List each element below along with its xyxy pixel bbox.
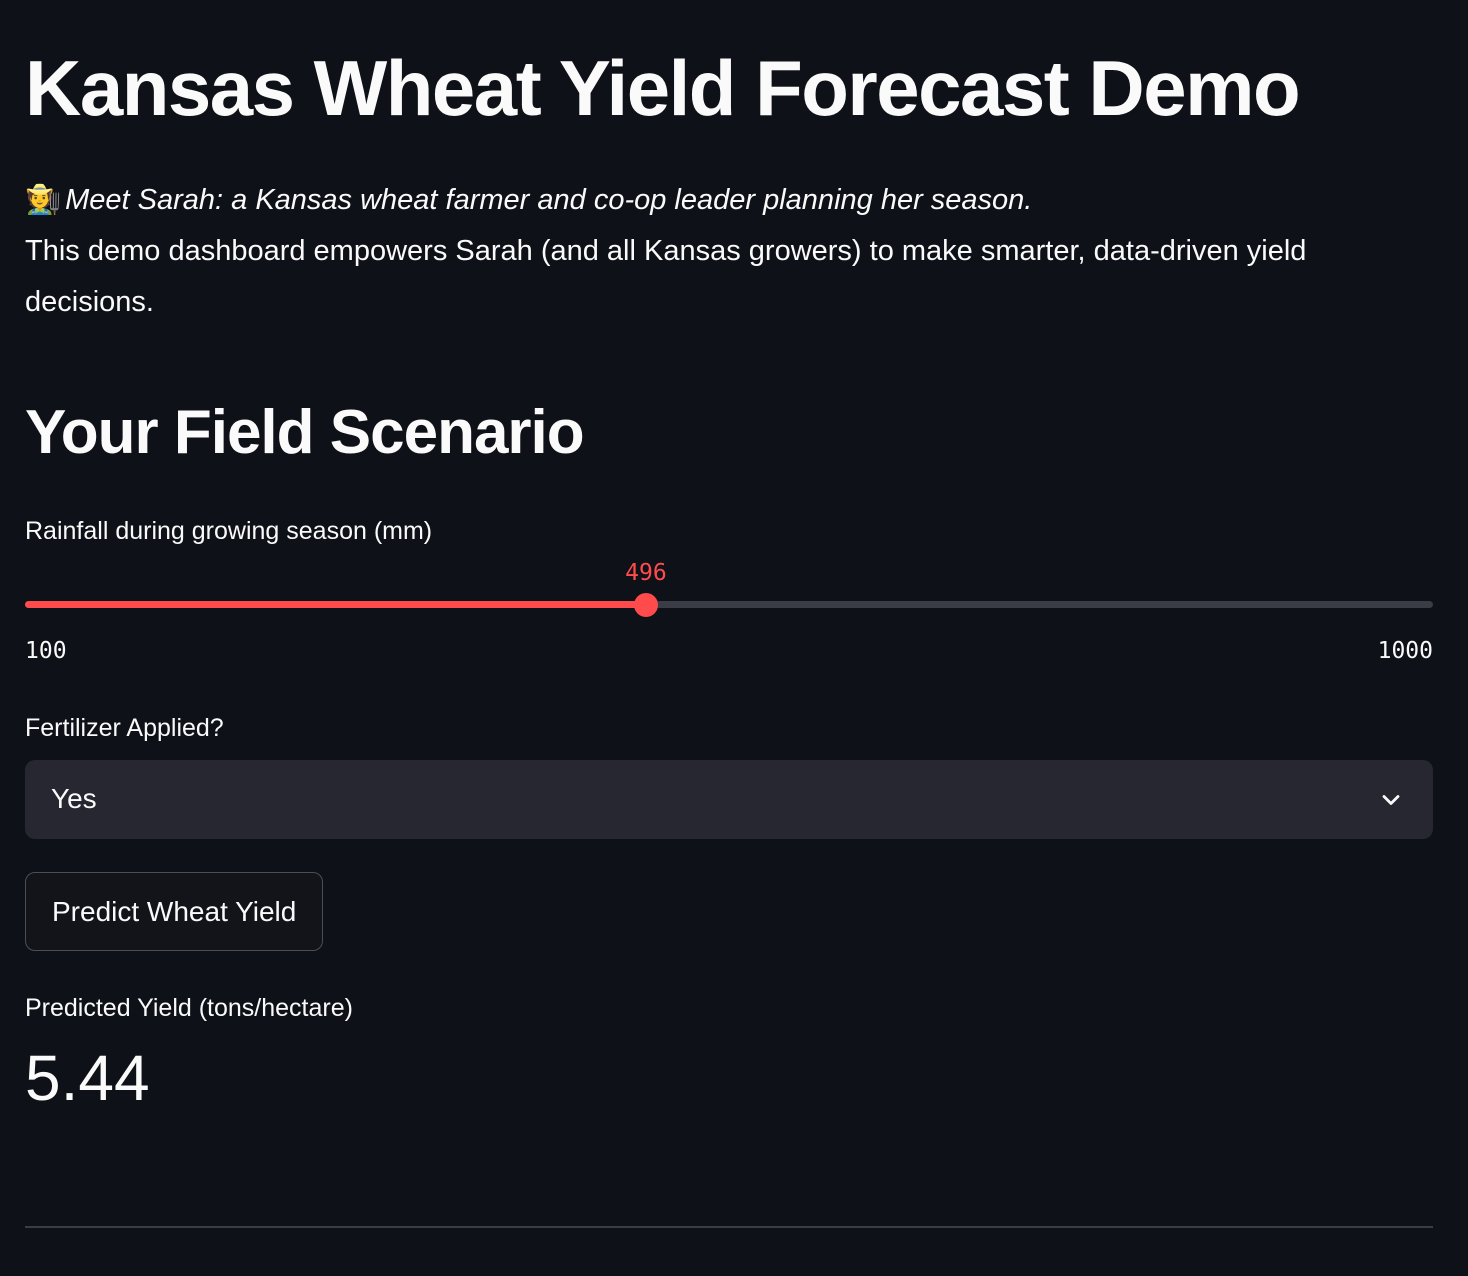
rainfall-slider-thumb[interactable] (633, 593, 658, 617)
intro-text: 🧑‍🌾 Meet Sarah: a Kansas wheat farmer and… (25, 175, 1355, 328)
persona-line: 🧑‍🌾 Meet Sarah: a Kansas wheat farmer and… (25, 175, 1355, 226)
predict-wheat-yield-button[interactable]: Predict Wheat Yield (25, 872, 324, 951)
rainfall-slider-label: Rainfall during growing season (mm) (25, 517, 433, 545)
rainfall-slider-min: 100 (25, 638, 67, 664)
chevron-down-icon[interactable] (1377, 786, 1405, 814)
divider (25, 1226, 1433, 1228)
rainfall-slider[interactable]: 496 100 1000 (25, 560, 1433, 664)
predicted-yield-label: Predicted Yield (tons/hectare) (25, 994, 353, 1022)
fertilizer-select-value: Yes (51, 783, 97, 814)
fertilizer-select[interactable]: Yes (25, 760, 1433, 839)
predicted-yield-value: 5.44 (25, 1042, 150, 1114)
rainfall-slider-fill (25, 601, 646, 608)
persona-text: Meet Sarah: a Kansas wheat farmer and co… (65, 184, 1033, 216)
intro-description: This demo dashboard empowers Sarah (and … (25, 235, 1307, 318)
rainfall-slider-value: 496 (625, 560, 667, 586)
fertilizer-select-label: Fertilizer Applied? (25, 714, 224, 742)
rainfall-slider-track[interactable] (25, 601, 1433, 608)
rainfall-slider-max: 1000 (1377, 638, 1433, 664)
farmer-icon: 🧑‍🌾 (25, 184, 62, 216)
section-heading: Your Field Scenario (25, 398, 585, 467)
page-title: Kansas Wheat Yield Forecast Demo (25, 44, 1301, 132)
